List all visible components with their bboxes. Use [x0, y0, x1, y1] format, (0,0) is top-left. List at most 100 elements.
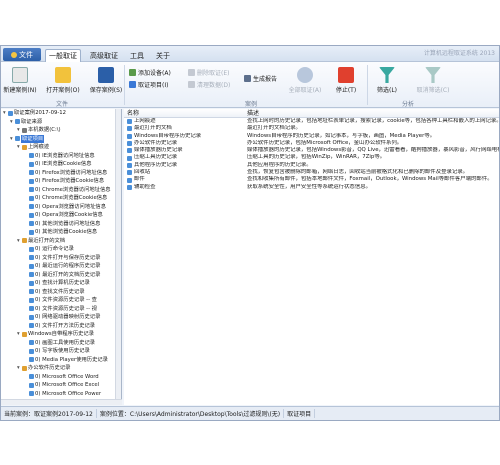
- tree-node-icon: [29, 340, 34, 346]
- tree-node[interactable]: ▾ 本机数据(C:\): [1, 126, 121, 135]
- tree-node[interactable]: 0) 最近打开的文档历史记录: [1, 271, 121, 280]
- tree-node-icon: [29, 229, 34, 235]
- tree-node[interactable]: 0) 写字板使用历史记录: [1, 347, 121, 356]
- tree-node-label: 0) IE浏览器Cookie信息: [35, 161, 92, 167]
- tree-node[interactable]: ▾ 取证案例2017-09-12: [1, 109, 121, 118]
- expand-toggle-icon[interactable]: ▾: [17, 143, 21, 152]
- tree-node[interactable]: 0) Microsoft Office Word: [1, 373, 121, 382]
- tree-node[interactable]: 0) IE浏览器访问地址信息: [1, 152, 121, 161]
- tab-advanced-forensics[interactable]: 高级取证: [87, 49, 121, 62]
- tree-node-label: 0) 查找计算机历史记录: [35, 280, 90, 286]
- tree-node[interactable]: 0) IE浏览器Cookie信息: [1, 160, 121, 169]
- table-row[interactable]: 办公软件历史记录 办公软件历史记录，包括Microsoft Office，金山办公…: [124, 140, 499, 147]
- clear-data-button[interactable]: 清理数据(D): [188, 80, 230, 89]
- item-folder-icon: [127, 162, 132, 168]
- tree-node[interactable]: 0) Chrome浏览器访问地址信息: [1, 186, 121, 195]
- tree-node[interactable]: 0) Opera浏览器访问地址信息: [1, 203, 121, 212]
- stop-label: 停止(T): [335, 87, 357, 94]
- filter-button[interactable]: 筛选(L): [370, 65, 404, 97]
- tree-node[interactable]: ▾ 办公软件历史记录: [1, 364, 121, 373]
- tree-node[interactable]: 0) 文件资源历史记录 -- 查: [1, 296, 121, 305]
- table-row[interactable]: 媒体播放器历史记录 媒体播放器的历史记录，包括Windows影音，QQ Live，…: [124, 147, 499, 154]
- cell-description: 查找上网时的历史记录，包括地址栏表单记录，搜索记录，cookie等，包括各种工具…: [247, 118, 499, 124]
- case-tree-pane[interactable]: ▾ 取证案例2017-09-12 ▾ 取证来源 ▾ 本机数据(C:\) ▾ 取证项目 ▾ 上网痕迹…: [1, 109, 122, 399]
- cell-name-text: 邮件: [134, 176, 145, 183]
- tree-node[interactable]: 0) Chrome浏览器Cookie信息: [1, 194, 121, 203]
- expand-toggle-icon[interactable]: ▾: [17, 364, 21, 373]
- table-row[interactable]: 辅助检查 获取系统安全性，用户安全性等系统运行状态信息。: [124, 184, 499, 191]
- table-row[interactable]: 其他程序历史记录 其他应用程序的历史记录。: [124, 162, 499, 169]
- file-menu-tab[interactable]: 文件: [3, 48, 41, 61]
- tab-about[interactable]: 关于: [153, 49, 173, 62]
- tree-node[interactable]: ▾ 取证项目: [1, 134, 121, 144]
- tree-node[interactable]: 0) 文件打开与保存历史记录: [1, 254, 121, 263]
- table-row[interactable]: 邮件 查找和收集所有邮件，包括本地邮件文件，Foxmail，Outlook，Win…: [124, 176, 499, 183]
- tree-node[interactable]: ▾ 最近打开的文档: [1, 237, 121, 246]
- tree-node[interactable]: 0) 画图工具使用历史记录: [1, 339, 121, 348]
- tree-node-icon: [29, 382, 34, 388]
- expand-toggle-icon[interactable]: ▾: [17, 126, 21, 135]
- table-row[interactable]: 回收站 查找，恢复包含被删除的邮箱，网络日志，回收站当前被格式化和已删除的邮件及登…: [124, 169, 499, 176]
- tree-node[interactable]: 0) 文件资源历史记录 -- 视: [1, 305, 121, 314]
- expand-toggle-icon[interactable]: ▾: [10, 118, 14, 127]
- table-row[interactable]: Windows自带程序历史记录 Windows自带程序的历史记录，如记事本，写字板…: [124, 133, 499, 140]
- tree-node-icon: [22, 331, 27, 337]
- expand-toggle-icon[interactable]: ▾: [10, 135, 14, 144]
- tree-node-icon: [29, 323, 34, 329]
- tree-node[interactable]: 0) Firefox浏览器Cookie信息: [1, 177, 121, 186]
- tree-node[interactable]: 0) Media Player使用历史记录: [1, 356, 121, 365]
- tab-general-forensics[interactable]: 一般取证: [45, 49, 81, 62]
- tree-node-icon: [29, 221, 34, 227]
- tree-node[interactable]: 0) 文件打开方法历史记录: [1, 322, 121, 331]
- tree-node-icon: [15, 119, 20, 125]
- tree-node[interactable]: 0) Microsoft Office Excel: [1, 381, 121, 390]
- open-case-button[interactable]: 打开案例(O): [46, 65, 80, 97]
- tree-node[interactable]: 0) 运行命令记录: [1, 245, 121, 254]
- open-case-label: 打开案例(O): [46, 87, 80, 94]
- new-case-button[interactable]: 新建案例(N): [3, 65, 37, 97]
- tree-node[interactable]: 0) 查找计算机历史记录: [1, 279, 121, 288]
- tree-node[interactable]: 0) Firefox浏览器访问地址信息: [1, 169, 121, 178]
- tree-node[interactable]: ▾ Windows自带程序历史记录: [1, 330, 121, 339]
- save-case-button[interactable]: 保存案例(S): [89, 65, 123, 97]
- table-row[interactable]: 最近打开的文档 最近打开的文档记录。: [124, 125, 499, 132]
- tree-node-label: 最近打开的文档: [28, 237, 66, 244]
- forensic-all-button[interactable]: 全部取证(A): [288, 65, 322, 97]
- tree-node-label: 0) 最近打开的文档历史记录: [35, 271, 101, 278]
- tree-node[interactable]: 0) 查找文件历史记录: [1, 288, 121, 297]
- tab-label: 关于: [156, 51, 170, 60]
- expand-toggle-icon[interactable]: ▾: [3, 109, 7, 118]
- delete-evidence-button[interactable]: 删除取证(E): [188, 68, 229, 77]
- tree-node-label: 取证项目: [21, 134, 45, 143]
- column-header-description[interactable]: 描述: [244, 109, 499, 117]
- tree-node[interactable]: 0) 网络驱动器映射历史记录: [1, 313, 121, 322]
- tree-node[interactable]: 0) 其他浏览器Cookie信息: [1, 228, 121, 237]
- add-device-button[interactable]: 添加设备(A): [129, 68, 171, 77]
- tab-tools[interactable]: 工具: [127, 49, 147, 62]
- tree-node[interactable]: 0) Opera浏览器Cookie信息: [1, 211, 121, 220]
- app-window: 文件 一般取证 高级取证 工具 关于 计算机远程取证系统 2013 新建案例(N…: [0, 45, 500, 421]
- expand-toggle-icon[interactable]: ▾: [17, 330, 21, 339]
- table-row[interactable]: 上网痕迹 查找上网时的历史记录，包括地址栏表单记录，搜索记录，cookie等，包括…: [124, 118, 499, 125]
- tree-vertical-scrollbar[interactable]: [115, 109, 121, 399]
- expand-toggle-icon[interactable]: ▾: [17, 237, 21, 246]
- forensic-project-button[interactable]: 取证项目(I): [129, 80, 168, 89]
- tree-node-label: 0) 写字板使用历史记录: [35, 348, 90, 354]
- case-tree[interactable]: ▾ 取证案例2017-09-12 ▾ 取证来源 ▾ 本机数据(C:\) ▾ 取证项目 ▾ 上网痕迹…: [1, 109, 121, 399]
- table-row[interactable]: 压缩工具历史记录 压缩工具的历史记录，包括WinZip，WinRAR，7Zip等。: [124, 154, 499, 161]
- tree-node[interactable]: ▾ 上网痕迹: [1, 143, 121, 152]
- add-device-label: 添加设备(A): [138, 70, 171, 77]
- tree-node[interactable]: 0) 其他浏览器访问地址信息: [1, 220, 121, 229]
- tree-node-icon: [29, 357, 34, 363]
- tree-horizontal-scrollbar[interactable]: [1, 399, 122, 405]
- tree-node[interactable]: ▾ 取证来源: [1, 118, 121, 127]
- tree-node-label: 0) Microsoft Office Excel: [35, 382, 100, 388]
- column-header-name[interactable]: 名称: [124, 109, 244, 117]
- tree-node[interactable]: 0) Microsoft Office Power: [1, 390, 121, 399]
- cancel-filter-button[interactable]: 取消筛选(C): [413, 65, 453, 97]
- generate-report-button[interactable]: 生成报告: [244, 74, 277, 83]
- forensic-all-label: 全部取证(A): [288, 87, 322, 94]
- stop-button[interactable]: 停止(T): [329, 65, 363, 97]
- tree-node[interactable]: 0) 最近运行的程序历史记录: [1, 262, 121, 271]
- table-header: 名称 描述: [124, 109, 499, 118]
